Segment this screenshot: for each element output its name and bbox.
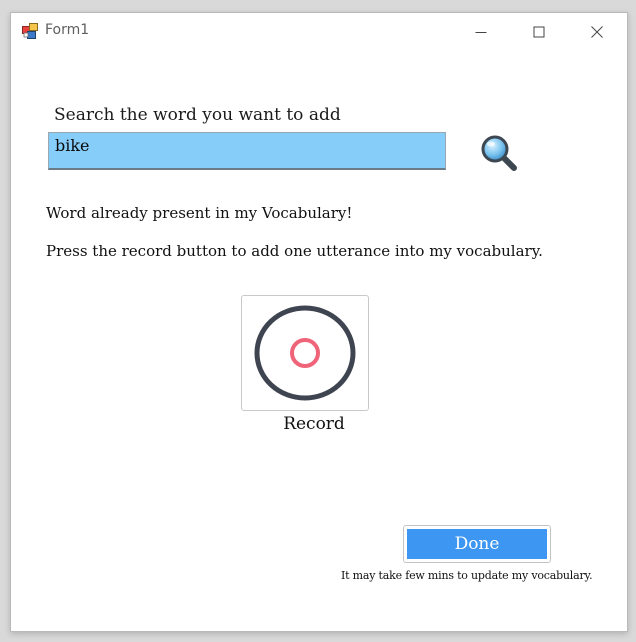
instruction-message: Press the record button to add one utter… <box>46 242 543 260</box>
window-title: Form1 <box>45 22 90 38</box>
magnifier-icon[interactable] <box>479 133 519 173</box>
done-button[interactable]: Done <box>403 525 551 563</box>
main-window: Form1 Search the word you want to add bi… <box>10 12 628 632</box>
close-button[interactable] <box>574 13 620 51</box>
minimize-icon <box>475 32 487 33</box>
minimize-button[interactable] <box>458 13 504 51</box>
app-icon <box>22 23 38 39</box>
maximize-button[interactable] <box>516 13 562 51</box>
maximize-icon <box>533 26 545 38</box>
update-note: It may take few mins to update my vocabu… <box>341 569 593 582</box>
record-icon <box>254 305 356 401</box>
search-input[interactable]: bike <box>48 132 446 170</box>
record-label: Record <box>283 414 345 434</box>
close-icon <box>591 26 603 38</box>
search-label: Search the word you want to add <box>54 105 341 125</box>
done-label: Done <box>407 529 547 559</box>
record-button[interactable] <box>241 295 369 411</box>
status-message: Word already present in my Vocabulary! <box>46 204 353 222</box>
title-bar[interactable]: Form1 <box>11 13 627 51</box>
